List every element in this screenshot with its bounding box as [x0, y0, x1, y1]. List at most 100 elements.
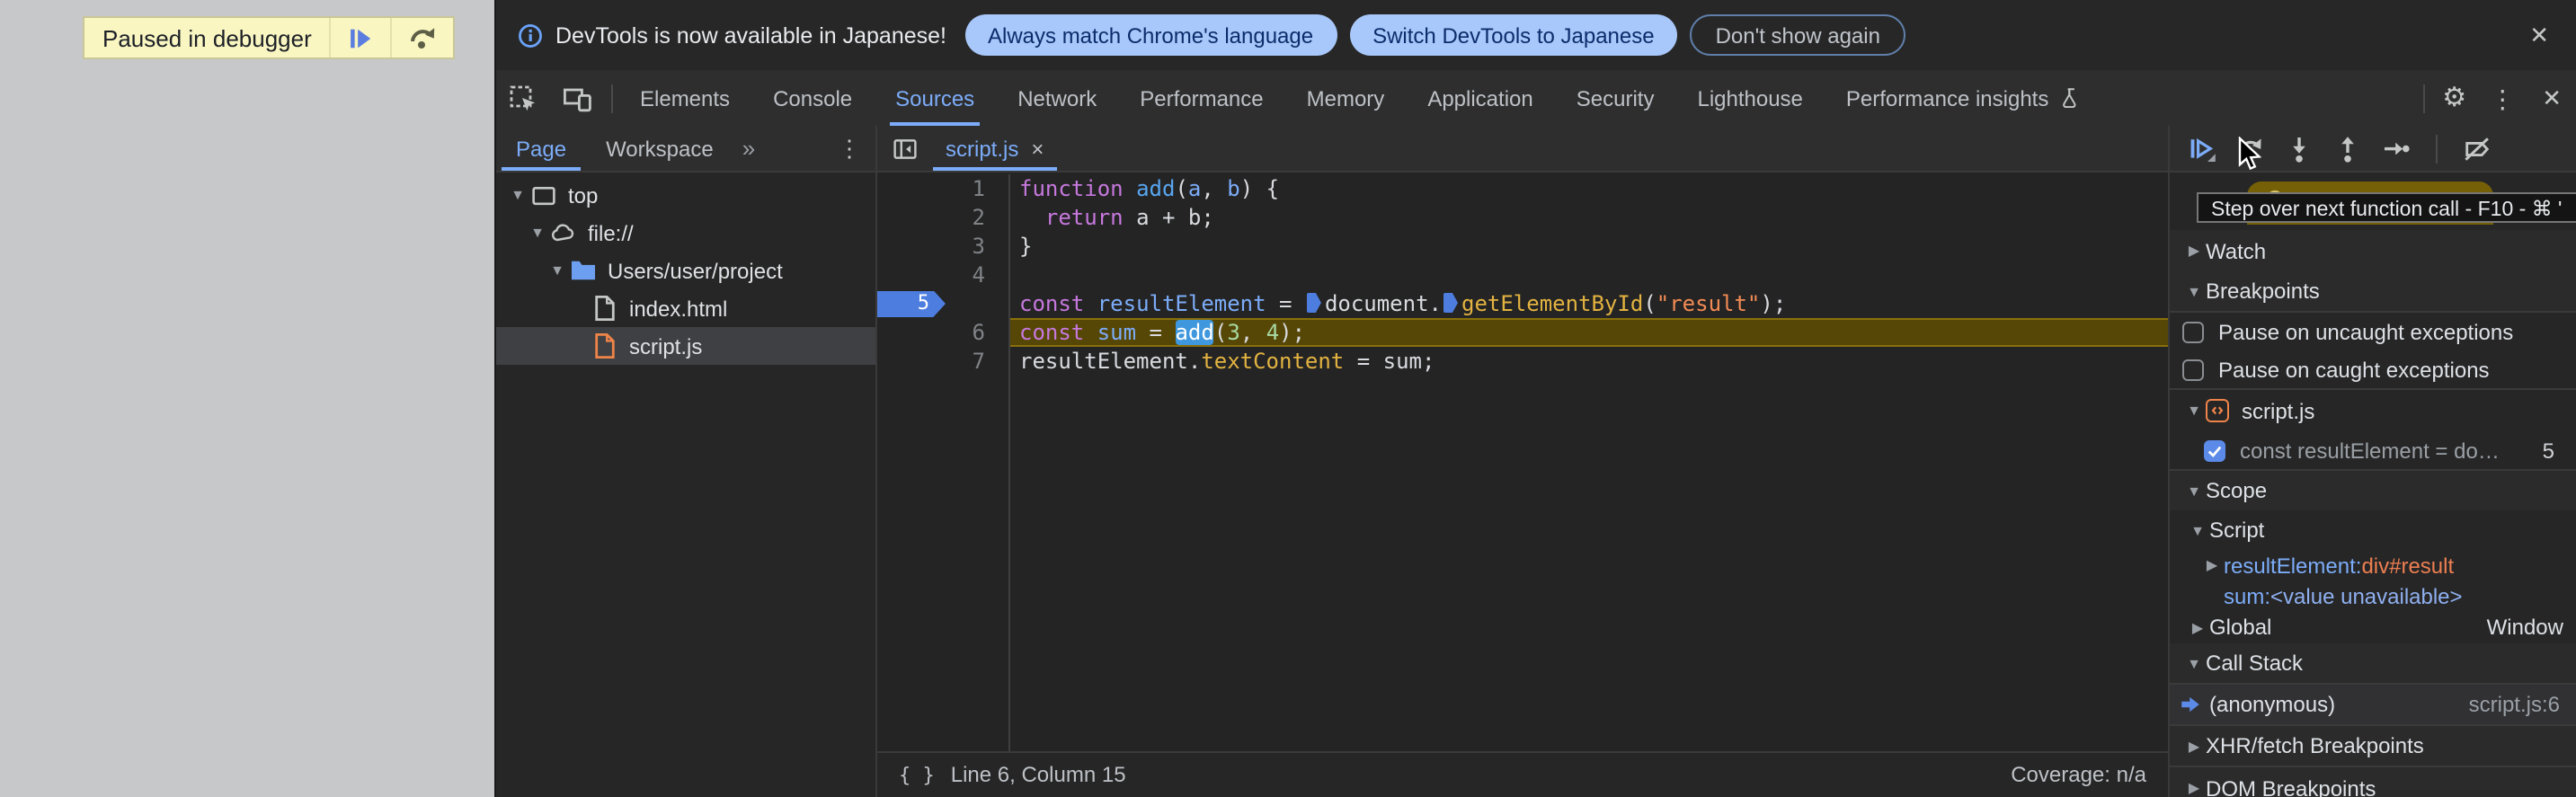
pause-on-uncaught-row[interactable]: Pause on uncaught exceptions [2170, 311, 2576, 350]
breakpoint-line-number: 5 [2542, 438, 2554, 463]
frame-icon [529, 181, 557, 209]
switch-to-japanese-button[interactable]: Switch DevTools to Japanese [1349, 14, 1678, 56]
code-line[interactable]: } [1010, 232, 2168, 261]
highlighted-call-token[interactable]: add [1175, 320, 1214, 345]
expand-arrow-icon: ▶ [2191, 619, 2204, 635]
line-number[interactable]: 1 [877, 174, 1008, 203]
paused-label: Paused in debugger [102, 24, 312, 51]
tree-item-script-js[interactable]: script.js [496, 327, 875, 365]
frame-location: script.js:6 [2468, 692, 2560, 717]
cursor-position-label: Line 6, Column 15 [950, 762, 1126, 788]
editor-status-bar: { } Line 6, Column 15 Coverage: n/a [877, 751, 2168, 797]
tab-console[interactable]: Console [751, 70, 874, 126]
dont-show-again-button[interactable]: Don't show again [1690, 14, 1905, 56]
coverage-label: Coverage: n/a [2011, 762, 2146, 788]
pause-on-caught-row[interactable]: Pause on caught exceptions [2170, 350, 2576, 388]
tab-application[interactable]: Application [1406, 70, 1554, 126]
tab-performance[interactable]: Performance [1118, 70, 1284, 126]
navigator-tab-page[interactable]: Page [496, 126, 586, 171]
step-out-icon [2341, 136, 2354, 162]
scope-var-resultelement[interactable]: ▶ resultElement: div#result [2170, 550, 2576, 580]
line-number[interactable]: 7 [877, 347, 1008, 376]
inline-breakpoint-marker[interactable] [1306, 293, 1321, 313]
code-editor[interactable]: 1234567 function add(a, b) { return a + … [877, 173, 2168, 751]
step-button[interactable] [2382, 134, 2411, 163]
breakpoint-entry-row[interactable]: const resultElement = doc⋯ 5 [2170, 431, 2576, 469]
tab-memory[interactable]: Memory [1285, 70, 1407, 126]
toggle-navigator-button[interactable] [877, 136, 929, 161]
section-dom-breakpoints[interactable]: ▶ DOM Breakpoints [2170, 766, 2576, 797]
collapse-arrow-icon: ▶ [2188, 243, 2200, 259]
code-line[interactable]: const resultElement = document. getElemen… [1010, 289, 2168, 318]
devtools-menu-button[interactable]: ⋮ [2479, 70, 2526, 126]
step-out-button[interactable] [2333, 134, 2362, 163]
line-number[interactable]: 5 [877, 289, 1008, 318]
section-scope[interactable]: ▼ Scope [2170, 469, 2576, 510]
code-line[interactable]: return a + b; [1010, 203, 2168, 232]
resume-button[interactable] [2188, 134, 2216, 163]
resume-script-button[interactable] [332, 18, 391, 58]
scope-var-sum[interactable]: sum: <value unavailable> [2170, 580, 2576, 611]
code-line[interactable]: resultElement.textContent = sum; [1010, 347, 2168, 376]
collapse-arrow-icon: ▼ [2187, 655, 2201, 671]
inspect-element-button[interactable] [496, 84, 550, 112]
scope-global-row[interactable]: ▶ Global Window [2170, 611, 2576, 643]
debugger-toolbar [2170, 126, 2576, 173]
call-stack-frame-row[interactable]: (anonymous) script.js:6 [2170, 683, 2576, 724]
step-into-button[interactable] [2285, 134, 2314, 163]
section-breakpoints[interactable]: ▼ Breakpoints [2170, 271, 2576, 311]
navigator-menu-button[interactable]: ⋮ [823, 134, 875, 163]
editor-tab-close-icon[interactable]: × [1031, 136, 1044, 161]
line-number[interactable]: 6 [877, 318, 1008, 347]
pause-caught-checkbox[interactable] [2182, 359, 2204, 380]
expand-arrow-icon: ▶ [2206, 557, 2218, 573]
tree-item-file-origin[interactable]: ▼ file:// [496, 214, 875, 252]
inline-breakpoint-marker[interactable] [1443, 293, 1458, 313]
code-line-current[interactable]: const sum = add(3, 4); [1010, 318, 2168, 347]
check-icon [2207, 445, 2222, 457]
tab-performance-insights[interactable]: Performance insights [1825, 70, 2101, 126]
pretty-print-icon[interactable]: { } [899, 764, 935, 787]
breakpoint-group-script-js[interactable]: ▼ script.js [2170, 388, 2576, 431]
line-number[interactable]: 3 [877, 232, 1008, 261]
navigator-tab-workspace[interactable]: Workspace [586, 126, 733, 171]
breakpoint-checkbox[interactable] [2204, 439, 2225, 461]
tree-item-top-frame[interactable]: ▼ top [496, 176, 875, 214]
step-icon [2385, 141, 2410, 155]
section-xhr-breakpoints[interactable]: ▶ XHR/fetch Breakpoints [2170, 724, 2576, 766]
breakpoint-badge[interactable]: 5 [877, 290, 946, 317]
line-number[interactable]: 4 [877, 261, 1008, 289]
tab-sources[interactable]: Sources [874, 70, 996, 126]
scope-value: div#result [2361, 553, 2455, 578]
code-line[interactable]: function add(a, b) { [1010, 174, 2168, 203]
scope-script-row[interactable]: ▼ Script [2170, 510, 2576, 550]
step-over-overlay-button[interactable] [393, 18, 454, 58]
gutter[interactable]: 1234567 [877, 174, 1008, 751]
code-lines[interactable]: function add(a, b) { return a + b;} const… [1008, 174, 2168, 751]
resume-icon [2190, 137, 2216, 161]
line-number[interactable]: 2 [877, 203, 1008, 232]
code-line[interactable] [1010, 261, 2168, 289]
editor-tab-script-js[interactable]: script.js × [929, 126, 1060, 171]
device-toolbar-button[interactable] [550, 84, 606, 112]
more-navigator-tabs-button[interactable]: » [733, 135, 762, 162]
section-watch[interactable]: ▶ Watch [2170, 230, 2576, 271]
file-tree: ▼ top ▼ file:// ▼ Users/user/project ind… [496, 173, 875, 797]
deactivate-breakpoints-button[interactable] [2463, 134, 2492, 163]
tree-item-project-folder[interactable]: ▼ Users/user/project [496, 252, 875, 289]
tab-lighthouse[interactable]: Lighthouse [1675, 70, 1824, 126]
paused-in-debugger-overlay: Paused in debugger [83, 16, 456, 59]
collapse-arrow-icon: ▼ [2187, 403, 2201, 419]
section-call-stack[interactable]: ▼ Call Stack [2170, 643, 2576, 683]
tab-elements[interactable]: Elements [618, 70, 751, 126]
tab-network[interactable]: Network [996, 70, 1118, 126]
always-match-language-button[interactable]: Always match Chrome's language [964, 14, 1337, 56]
debugger-sidebar: ▶ Watch ▼ Breakpoints Pause on uncaught … [2168, 126, 2576, 797]
devtools-close-button[interactable]: ✕ [2526, 70, 2576, 126]
tree-item-index-html[interactable]: index.html [496, 289, 875, 327]
notification-bar: DevTools is now available in Japanese! A… [496, 0, 2576, 70]
settings-gear-button[interactable]: ⚙ [2429, 70, 2479, 126]
tab-security[interactable]: Security [1555, 70, 1676, 126]
notification-close-button[interactable]: ✕ [2522, 20, 2556, 50]
pause-uncaught-checkbox[interactable] [2182, 321, 2204, 342]
